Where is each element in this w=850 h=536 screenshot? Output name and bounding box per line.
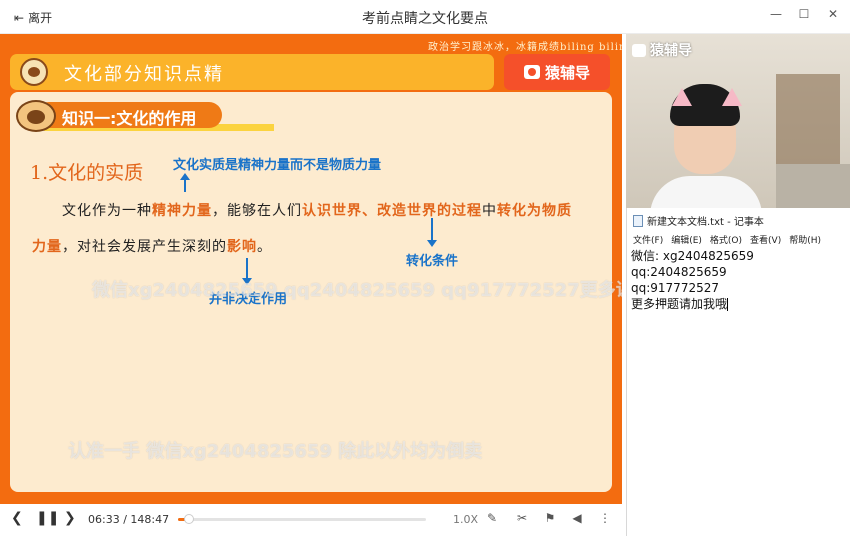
- progress-knob[interactable]: [183, 514, 194, 524]
- section-title: 1.文化的实质: [30, 162, 144, 184]
- scissors-icon[interactable]: ✂: [514, 511, 530, 527]
- previous-icon[interactable]: ❮: [11, 510, 23, 526]
- maximize-icon[interactable]: ☐: [793, 7, 815, 27]
- menu-file[interactable]: 文件(F): [633, 233, 663, 246]
- notepad-line: qq:917772527: [631, 281, 719, 295]
- menu-view[interactable]: 查看(V): [750, 233, 781, 246]
- paragraph-line-2: 力量，对社会发展产生深刻的影响。: [32, 236, 272, 256]
- pause-icon[interactable]: ❚❚: [36, 510, 59, 526]
- knowledge-header: 知识一:文化的作用: [16, 100, 274, 134]
- annotation-right: 转化条件: [406, 254, 459, 269]
- speed-button[interactable]: 1.0X: [453, 513, 478, 526]
- teacher-figure: [650, 84, 762, 208]
- brand-logo: 猿辅导: [504, 54, 610, 90]
- total-time: / 148:47: [123, 513, 170, 526]
- video-area[interactable]: 政治学习跟冰冰，冰籍成绩biling biling 文化部分知识点精 猿辅导 知…: [0, 34, 622, 504]
- notepad-title: 新建文本文档.txt - 记事本: [647, 217, 764, 228]
- teacher-body: [650, 176, 762, 208]
- highlight-power: 力量: [32, 239, 62, 255]
- more-icon[interactable]: ⋮: [597, 511, 613, 527]
- notepad-window: 新建文本文档.txt - 记事本 文件(F) 编辑(E) 格式(O) 查看(V)…: [626, 208, 850, 536]
- minimize-icon[interactable]: —: [765, 7, 787, 27]
- annotation-top: 文化实质是精神力量而不是物质力量: [173, 158, 382, 173]
- highlight-spiritual-power: 精神力量: [152, 203, 212, 219]
- cat-ear-icon: [672, 88, 692, 106]
- arrow-up-icon: [180, 173, 190, 192]
- notepad-line: qq:2404825659: [631, 265, 727, 279]
- arrow-down-icon: [242, 258, 252, 285]
- close-icon[interactable]: ✕: [822, 7, 844, 27]
- time-display: 06:33 / 148:47: [88, 513, 169, 526]
- current-time: 06:33: [88, 513, 120, 526]
- slide-banner: 文化部分知识点精: [10, 54, 494, 90]
- next-icon[interactable]: ❯: [64, 510, 76, 526]
- player-controls: ❮ ❚❚ ❯ 06:33 / 148:47 1.0X ✎ ✂ ⚑ ◀ ⋮: [0, 504, 626, 536]
- webcam-view: 猿辅导: [626, 34, 850, 208]
- title-bar: ⇤ 离开 考前点睛之文化要点 — ☐ ✕: [0, 0, 850, 34]
- notepad-text-area[interactable]: 微信: xg2404825659 qq:2404825659 qq:917772…: [631, 248, 847, 312]
- text-segment: 中: [482, 203, 497, 219]
- brand-label: 猿辅导: [544, 63, 590, 82]
- notepad-line: 微信: xg2404825659: [631, 249, 754, 263]
- text-caret: [727, 298, 729, 311]
- cat-ear-icon: [722, 88, 742, 106]
- webcam-brand-label: 猿辅导: [650, 43, 692, 59]
- webcam-brand: 猿辅导: [632, 40, 692, 60]
- arrow-down-icon: [427, 218, 437, 247]
- webcam-sofa: [776, 164, 850, 208]
- window-title: 考前点睛之文化要点: [362, 11, 488, 27]
- exit-icon: ⇤: [14, 10, 25, 25]
- top-slogan: 政治学习跟冰冰，冰籍成绩biling biling: [428, 42, 622, 53]
- annotation-bottom: 并非决定作用: [209, 292, 288, 307]
- slide-board: 知识一:文化的作用 1.文化的实质 文化实质是精神力量而不是物质力量 文化作为一…: [10, 92, 612, 492]
- leave-label: 离开: [28, 11, 53, 25]
- progress-bar[interactable]: [178, 514, 426, 524]
- brand-heart-icon: [632, 43, 646, 57]
- highlight-transform: 转化为物质: [497, 203, 572, 219]
- notepad-line-last: 更多押题请加我哦: [631, 296, 847, 312]
- highlight-process: 认识世界、改造世界的过程: [302, 203, 482, 219]
- notepad-document-icon: [633, 214, 643, 227]
- knowledge-title: 知识一:文化的作用: [62, 109, 197, 128]
- annotate-icon[interactable]: ✎: [484, 511, 500, 527]
- banner-title: 文化部分知识点精: [64, 64, 224, 85]
- flag-icon[interactable]: ⚑: [542, 511, 558, 527]
- menu-edit[interactable]: 编辑(E): [671, 233, 702, 246]
- monkey-logo-icon: [20, 58, 48, 86]
- text-segment: ，对社会发展产生深刻的: [62, 239, 227, 255]
- text-segment: 文化作为一种: [62, 203, 152, 219]
- volume-icon[interactable]: ◀: [569, 511, 585, 527]
- brand-heart-icon: [523, 65, 540, 79]
- highlight-influence: 影响: [227, 239, 257, 255]
- menu-format[interactable]: 格式(O): [710, 233, 742, 246]
- leave-button[interactable]: ⇤ 离开: [14, 9, 52, 26]
- notepad-line: 更多押题请加我哦: [631, 297, 728, 311]
- app-window: ⇤ 离开 考前点睛之文化要点 — ☐ ✕ 政治学习跟冰冰，冰籍成绩biling …: [0, 0, 850, 536]
- notepad-title-bar: 新建文本文档.txt - 记事本: [633, 213, 764, 228]
- text-segment: ，能够在人们: [212, 203, 302, 219]
- paragraph-line-1: 文化作为一种精神力量，能够在人们认识世界、改造世界的过程中转化为物质: [62, 200, 572, 220]
- text-segment: 。: [257, 239, 272, 255]
- menu-help[interactable]: 帮助(H): [789, 233, 821, 246]
- monkey-icon: [16, 100, 56, 132]
- notepad-menu: 文件(F) 编辑(E) 格式(O) 查看(V) 帮助(H): [633, 233, 821, 246]
